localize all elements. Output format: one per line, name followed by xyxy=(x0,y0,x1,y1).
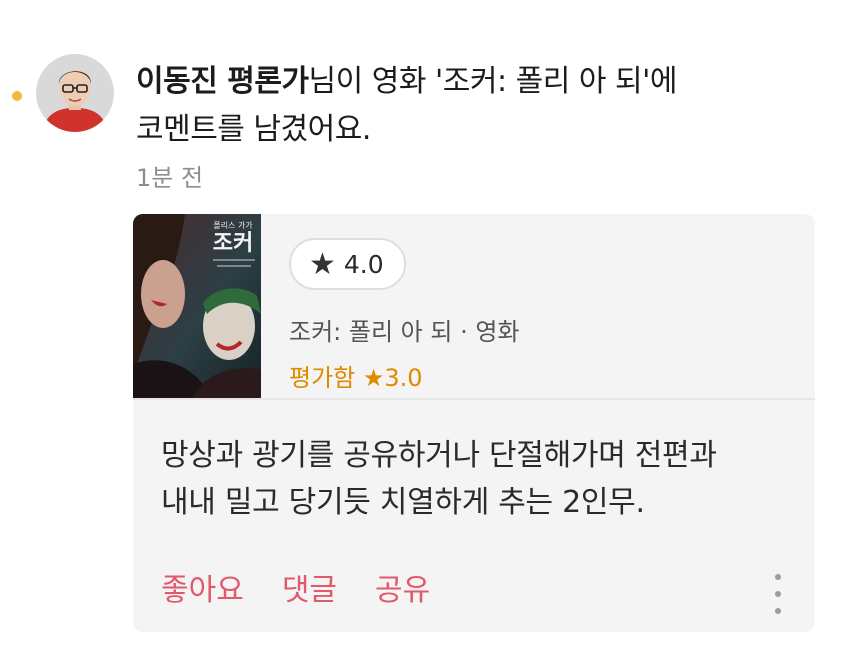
comment-line: 망상과 광기를 공유하거나 단절해가며 전편과 xyxy=(161,438,717,473)
unread-indicator xyxy=(12,91,22,101)
reply-button[interactable]: 댓글 xyxy=(282,565,337,609)
author-name[interactable]: 이동진 평론가 xyxy=(136,64,309,99)
timestamp: 1분 전 xyxy=(136,164,204,192)
star-icon: ★ xyxy=(309,246,336,282)
rating-value: 4.0 xyxy=(343,249,384,279)
movie-title-type[interactable]: 조커: 폴리 아 되 · 영화 xyxy=(289,312,520,347)
message-text-line2: 코멘트를 남겼어요. xyxy=(136,112,371,147)
poster-tagline: 폴리스 가가 xyxy=(213,221,253,230)
comment-actions: 좋아요 댓글 공유 xyxy=(161,565,468,609)
poster-title: 조커 xyxy=(213,231,253,256)
avatar[interactable] xyxy=(36,54,114,132)
comment-card[interactable]: 폴리스 가가 조커 ★ 4.0 조커: 폴리 아 되 · 영화 평가함 ★3.0… xyxy=(133,214,815,632)
user-rating: 평가함 ★3.0 xyxy=(289,364,423,392)
share-button[interactable]: 공유 xyxy=(375,565,430,609)
comment-text[interactable]: 망상과 광기를 공유하거나 단절해가며 전편과 내내 밀고 당기듯 치열하게 추… xyxy=(161,432,791,526)
divider xyxy=(133,398,815,400)
movie-poster[interactable]: 폴리스 가가 조커 xyxy=(133,214,261,398)
avatar-image xyxy=(36,54,114,132)
like-button[interactable]: 좋아요 xyxy=(161,565,244,609)
more-vertical-icon[interactable] xyxy=(771,574,785,614)
rating-badge: ★ 4.0 xyxy=(289,238,406,290)
message-text: 님이 영화 '조커: 폴리 아 되'에 xyxy=(308,64,678,99)
comment-line: 내내 밀고 당기듯 치열하게 추는 2인무. xyxy=(161,485,645,520)
notification-message: 이동진 평론가님이 영화 '조커: 폴리 아 되'에 코멘트를 남겼어요. xyxy=(136,58,786,154)
